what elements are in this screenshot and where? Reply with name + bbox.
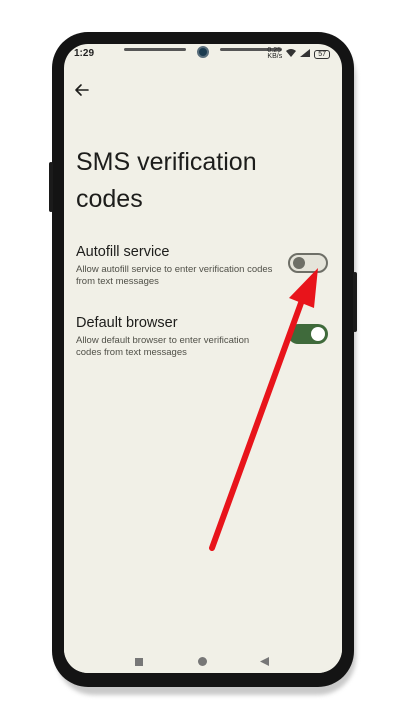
setting-title: Autofill service	[76, 244, 170, 260]
status-indicators: 0.25 KB/s 57	[267, 47, 330, 60]
battery-icon: 57	[314, 49, 330, 59]
wifi-icon	[286, 49, 297, 59]
power-button	[49, 162, 53, 212]
setting-title: Default browser	[76, 315, 178, 331]
default-browser-toggle[interactable]	[288, 324, 328, 344]
setting-autofill-service[interactable]: Autofill service Allow autofill service …	[76, 244, 334, 294]
signal-icon	[300, 49, 311, 59]
triangle-icon	[260, 657, 269, 666]
arrow-left-icon	[75, 84, 89, 96]
toggle-knob	[293, 257, 305, 269]
navigation-bar	[64, 645, 342, 673]
front-camera	[197, 46, 209, 58]
home-button[interactable]	[197, 654, 208, 672]
recent-apps-button[interactable]	[134, 654, 144, 672]
setting-description: Allow default browser to enter verificat…	[76, 335, 250, 358]
page-title: SMS verification codes	[76, 148, 257, 213]
status-bar: 1:29 0.25 KB/s 57	[64, 44, 342, 64]
phone-screen: 1:29 0.25 KB/s 57 SMS verification codes…	[64, 44, 342, 673]
nav-back-button[interactable]	[259, 654, 270, 672]
setting-default-browser[interactable]: Default browser Allow default browser to…	[76, 315, 334, 365]
setting-description: Allow autofill service to enter verifica…	[76, 264, 273, 287]
network-speed-unit: KB/s	[267, 53, 283, 60]
circle-icon	[198, 657, 207, 666]
autofill-service-toggle[interactable]	[288, 253, 328, 273]
earpiece-left	[124, 48, 186, 51]
back-button[interactable]	[72, 80, 92, 100]
volume-button	[353, 272, 357, 332]
status-time: 1:29	[74, 48, 95, 59]
square-icon	[135, 658, 143, 666]
toggle-knob	[311, 327, 325, 341]
network-speed: 0.25 KB/s	[267, 47, 283, 60]
